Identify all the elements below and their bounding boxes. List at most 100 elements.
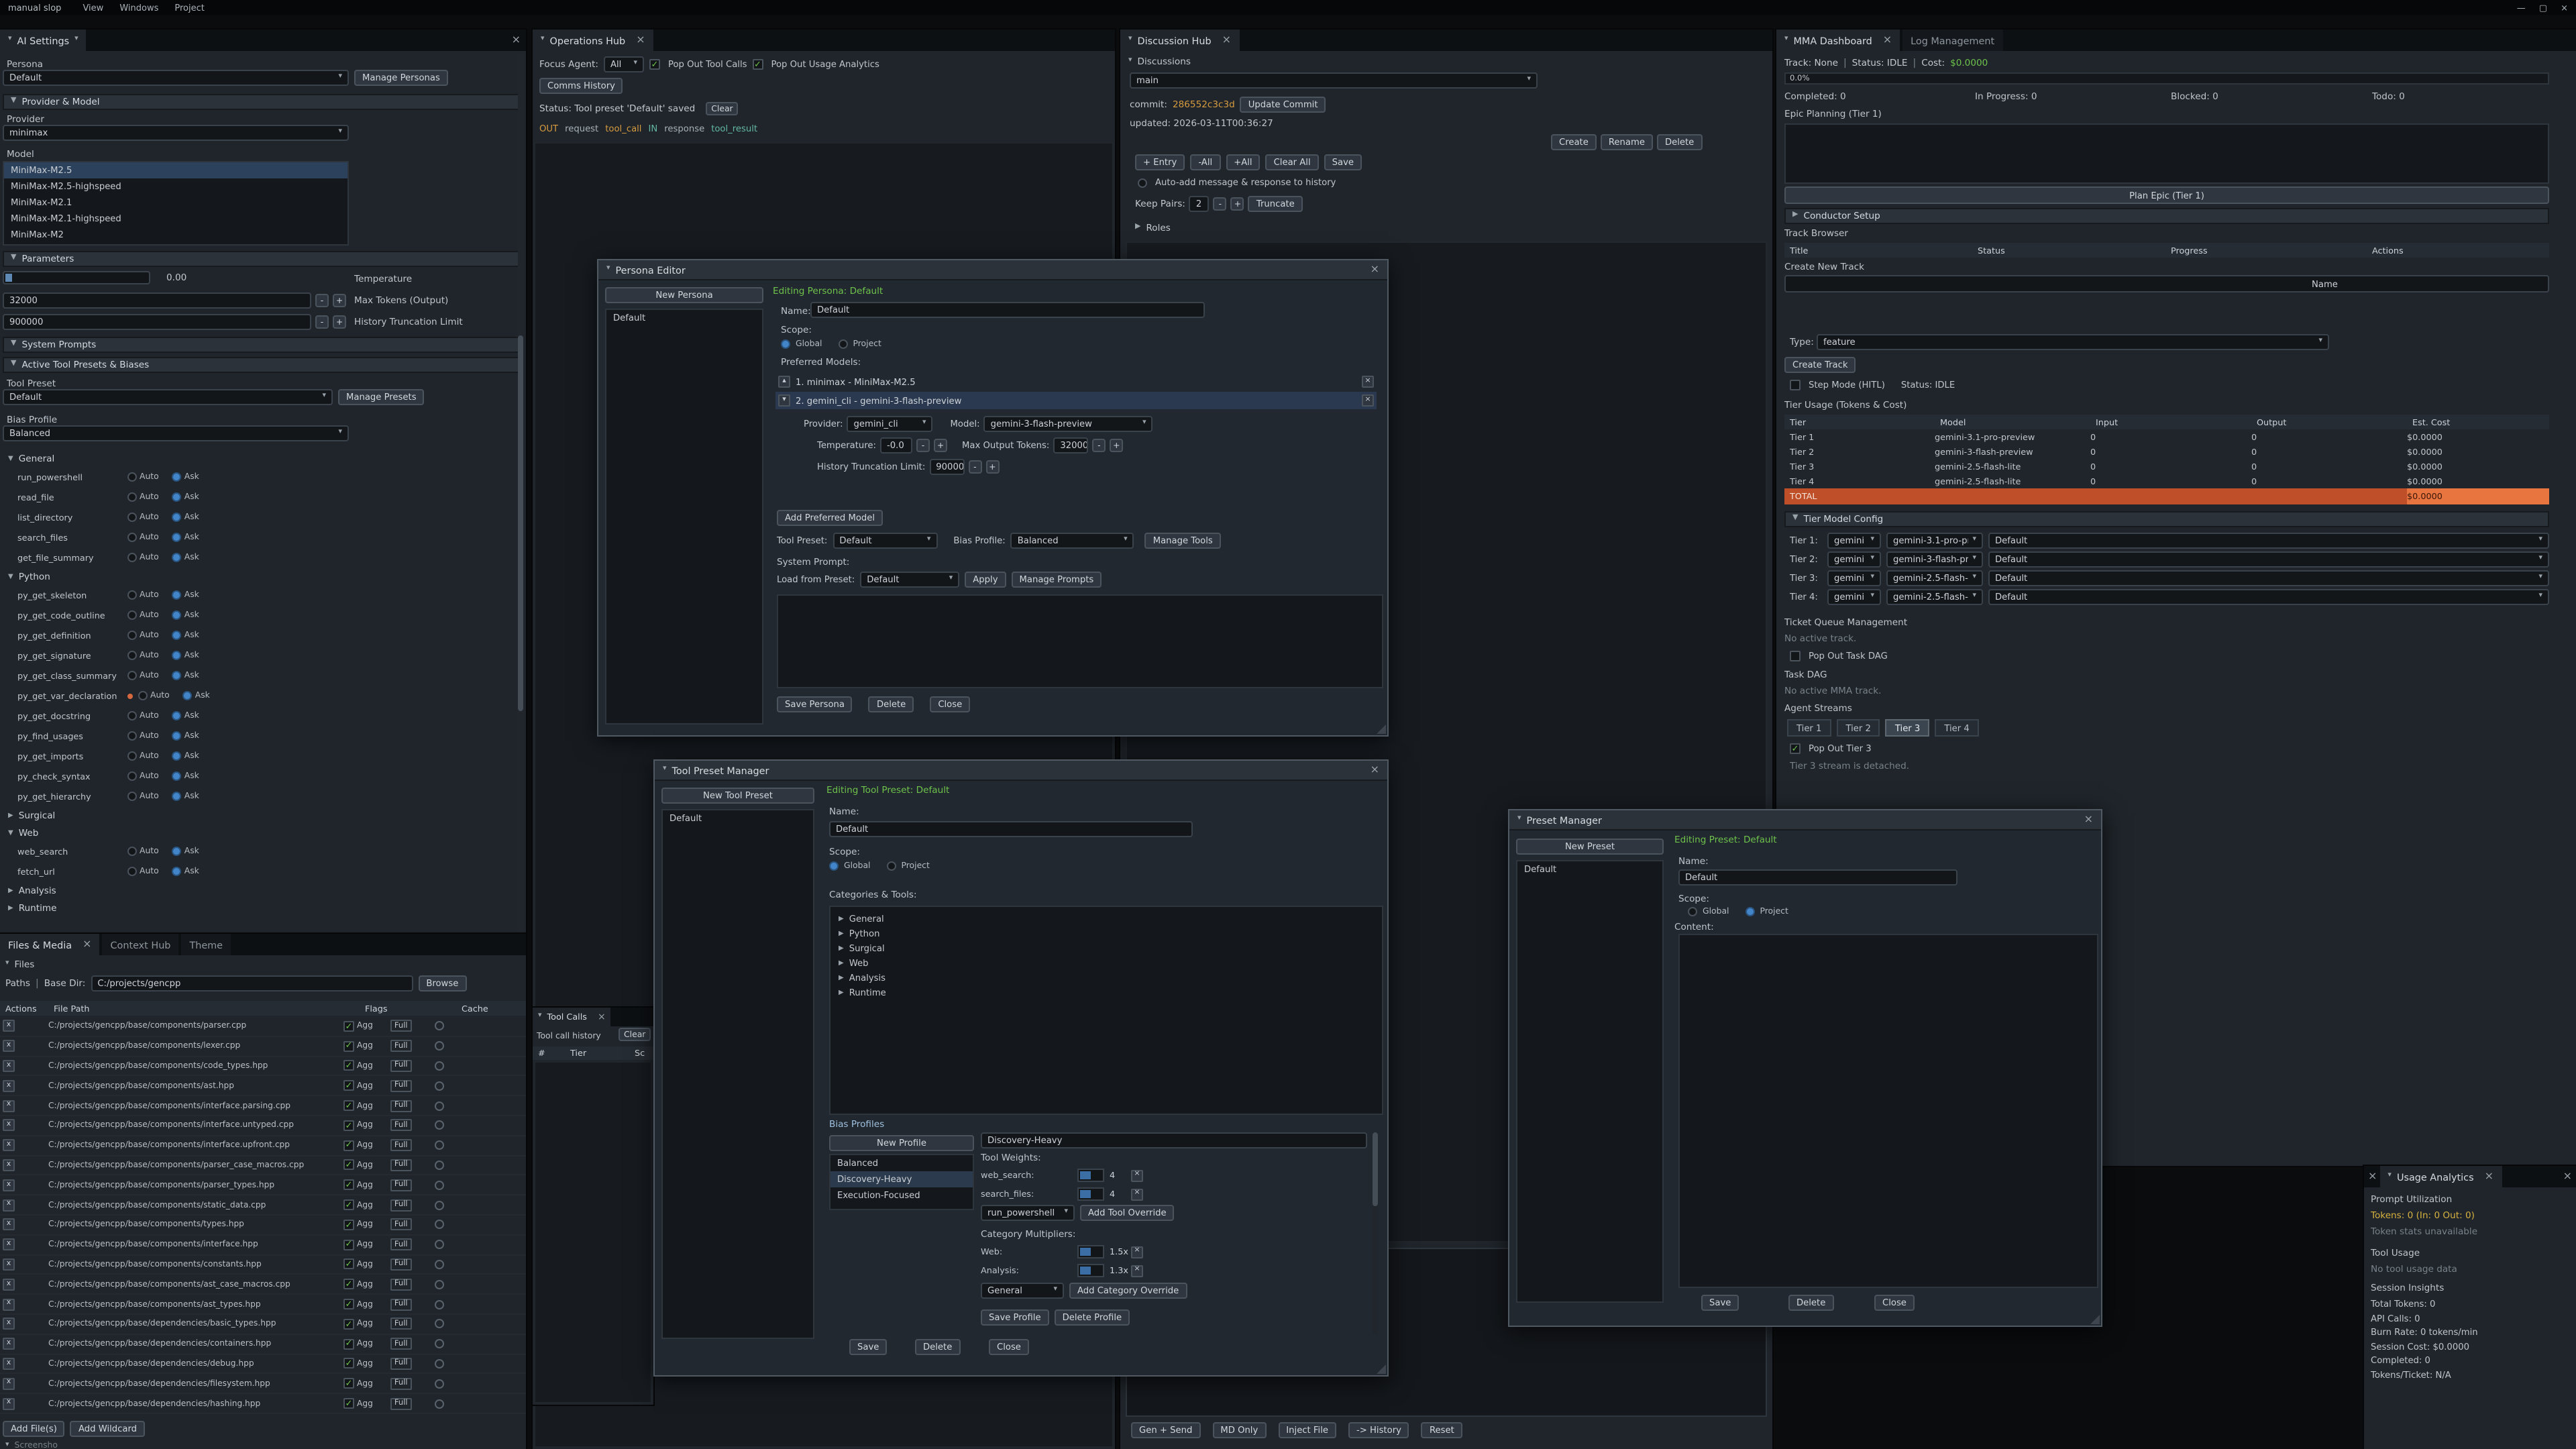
- temperature-slider[interactable]: [3, 271, 150, 284]
- resize-grip[interactable]: [1377, 724, 1386, 734]
- slider-handle[interactable]: [5, 274, 12, 282]
- max-tokens-input[interactable]: 32000: [3, 292, 311, 309]
- remove-file-button[interactable]: x: [3, 1139, 15, 1151]
- tab-ai-settings[interactable]: ▾ AI Settings ▾: [0, 30, 87, 51]
- full-flag-button[interactable]: Full: [390, 1279, 412, 1291]
- new-preset-button[interactable]: New Preset: [1516, 839, 1664, 855]
- tab-tool-calls[interactable]: ▾ Tool Calls ×: [533, 1008, 611, 1026]
- close-dialog-button[interactable]: Close: [1874, 1295, 1915, 1311]
- compose-button[interactable]: MD Only: [1212, 1422, 1266, 1438]
- scrollbar-thumb[interactable]: [1373, 1132, 1378, 1206]
- agg-checkbox[interactable]: ✓: [343, 1081, 354, 1091]
- epic-planning-textarea[interactable]: [1784, 123, 2549, 184]
- category-row[interactable]: ▶Web: [830, 955, 1382, 970]
- remove-file-button[interactable]: x: [3, 1120, 15, 1132]
- agg-checkbox[interactable]: ✓: [343, 1378, 354, 1389]
- files-section-label[interactable]: Files: [15, 959, 35, 970]
- reorder-button[interactable]: ▾: [778, 394, 790, 407]
- delete-preset-button[interactable]: Delete: [1788, 1295, 1833, 1311]
- tool-auto-radio[interactable]: [127, 847, 137, 856]
- tool-preset-name-input[interactable]: Default: [829, 821, 1193, 837]
- agg-checkbox[interactable]: ✓: [343, 1358, 354, 1369]
- profile-option[interactable]: Execution-Focused: [830, 1187, 973, 1203]
- tool-auto-radio[interactable]: [127, 751, 137, 761]
- scope-project-radio[interactable]: [839, 339, 848, 349]
- cache-toggle[interactable]: [435, 1140, 444, 1150]
- tool-auto-radio[interactable]: [127, 492, 137, 502]
- scope-global-radio[interactable]: [829, 861, 839, 871]
- tab-operations-hub[interactable]: ▾ Operations Hub ×: [533, 30, 653, 51]
- tool-ask-radio[interactable]: [172, 867, 182, 876]
- weight-slider[interactable]: [1077, 1245, 1104, 1258]
- close-tab-icon[interactable]: ×: [1883, 35, 1892, 46]
- close-tab-icon[interactable]: ×: [2485, 1171, 2493, 1182]
- provider-model-header[interactable]: ▼ Provider & Model: [3, 94, 523, 110]
- full-flag-button[interactable]: Full: [390, 1080, 412, 1092]
- cache-toggle[interactable]: [435, 1101, 444, 1110]
- agg-checkbox[interactable]: ✓: [343, 1180, 354, 1191]
- pop-out-tier3-checkbox[interactable]: ✓: [1790, 743, 1801, 754]
- tool-auto-radio[interactable]: [127, 590, 137, 600]
- remove-file-button[interactable]: x: [3, 1080, 15, 1092]
- remove-file-button[interactable]: x: [3, 1358, 15, 1370]
- profile-name-input[interactable]: Discovery-Heavy: [981, 1132, 1367, 1148]
- category-row[interactable]: ▶Surgical: [830, 941, 1382, 955]
- save-persona-button[interactable]: Save Persona: [777, 696, 853, 712]
- add-tool-override-button[interactable]: Add Tool Override: [1080, 1205, 1175, 1221]
- stream-tab[interactable]: Tier 4: [1935, 719, 1978, 737]
- remove-model-button[interactable]: ×: [1362, 394, 1374, 407]
- agg-checkbox[interactable]: ✓: [343, 1338, 354, 1349]
- tool-ask-radio[interactable]: [172, 631, 182, 640]
- tool-ask-radio[interactable]: [172, 492, 182, 502]
- delete-profile-button[interactable]: Delete Profile: [1055, 1309, 1130, 1326]
- manage-prompts-button[interactable]: Manage Prompts: [1012, 572, 1102, 588]
- agg-checkbox[interactable]: ✓: [343, 1239, 354, 1250]
- agg-checkbox[interactable]: ✓: [343, 1120, 354, 1131]
- tier-profile-dropdown[interactable]: Default▾: [1988, 589, 2549, 605]
- persona-option[interactable]: Default: [606, 310, 762, 326]
- persona-editor-titlebar[interactable]: ▾ Persona Editor ×: [598, 260, 1387, 280]
- remove-file-button[interactable]: x: [3, 1318, 15, 1330]
- full-flag-button[interactable]: Full: [390, 1358, 412, 1370]
- category-row[interactable]: ▶General: [830, 911, 1382, 926]
- tier-provider-dropdown[interactable]: gemini▾: [1827, 551, 1881, 568]
- max-tokens-decrement-button[interactable]: -: [315, 294, 329, 307]
- cache-toggle[interactable]: [435, 1041, 444, 1051]
- delete-tool-preset-button[interactable]: Delete: [915, 1339, 960, 1355]
- full-flag-button[interactable]: Full: [390, 1060, 412, 1072]
- remove-file-button[interactable]: x: [3, 1338, 15, 1350]
- model-option[interactable]: MiniMax-M2.1-highspeed: [4, 211, 347, 227]
- base-dir-input[interactable]: C:/projects/gencpp: [91, 975, 413, 991]
- stream-tab[interactable]: Tier 2: [1836, 719, 1880, 737]
- remove-model-button[interactable]: ×: [1362, 376, 1374, 388]
- close-tab-icon[interactable]: ×: [83, 939, 91, 950]
- tab-context-hub[interactable]: Context Hub: [103, 934, 179, 955]
- compose-button[interactable]: Gen + Send: [1131, 1422, 1200, 1438]
- full-flag-button[interactable]: Full: [390, 1120, 412, 1132]
- cache-toggle[interactable]: [435, 1359, 444, 1368]
- close-panel-icon[interactable]: ×: [2563, 1171, 2572, 1182]
- temperature-input[interactable]: -0.0: [880, 437, 912, 453]
- tab-log-management[interactable]: Log Management: [1902, 30, 2002, 51]
- max-output-tokens-input[interactable]: 32000: [1053, 437, 1088, 453]
- tool-auto-radio[interactable]: [127, 731, 137, 741]
- focus-agent-dropdown[interactable]: All▾: [604, 56, 644, 72]
- clear-status-button[interactable]: Clear: [706, 102, 738, 115]
- tool-ask-radio[interactable]: [172, 610, 182, 620]
- browse-button[interactable]: Browse: [418, 975, 466, 991]
- preset-manager-titlebar[interactable]: ▾ Preset Manager ×: [1509, 810, 2101, 830]
- preferred-provider-dropdown[interactable]: gemini_cli▾: [847, 416, 933, 432]
- category-row[interactable]: ▶Runtime: [830, 985, 1382, 1000]
- truncate-button[interactable]: Truncate: [1248, 196, 1303, 212]
- compose-button[interactable]: Reset: [1421, 1422, 1462, 1438]
- track-type-dropdown[interactable]: feature▾: [1817, 334, 2329, 350]
- keep-pairs-input[interactable]: 2: [1189, 196, 1210, 212]
- tier-model-dropdown[interactable]: gemini-2.5-flash-lite▾: [1886, 589, 1983, 605]
- new-persona-button[interactable]: New Persona: [605, 287, 763, 303]
- remove-file-button[interactable]: x: [3, 1040, 15, 1052]
- full-flag-button[interactable]: Full: [390, 1298, 412, 1310]
- scope-global-radio[interactable]: [1688, 907, 1697, 916]
- scope-global-radio[interactable]: [781, 339, 790, 349]
- clear-tool-calls-button[interactable]: Clear: [619, 1028, 651, 1041]
- comms-history-button[interactable]: Comms History: [539, 78, 623, 94]
